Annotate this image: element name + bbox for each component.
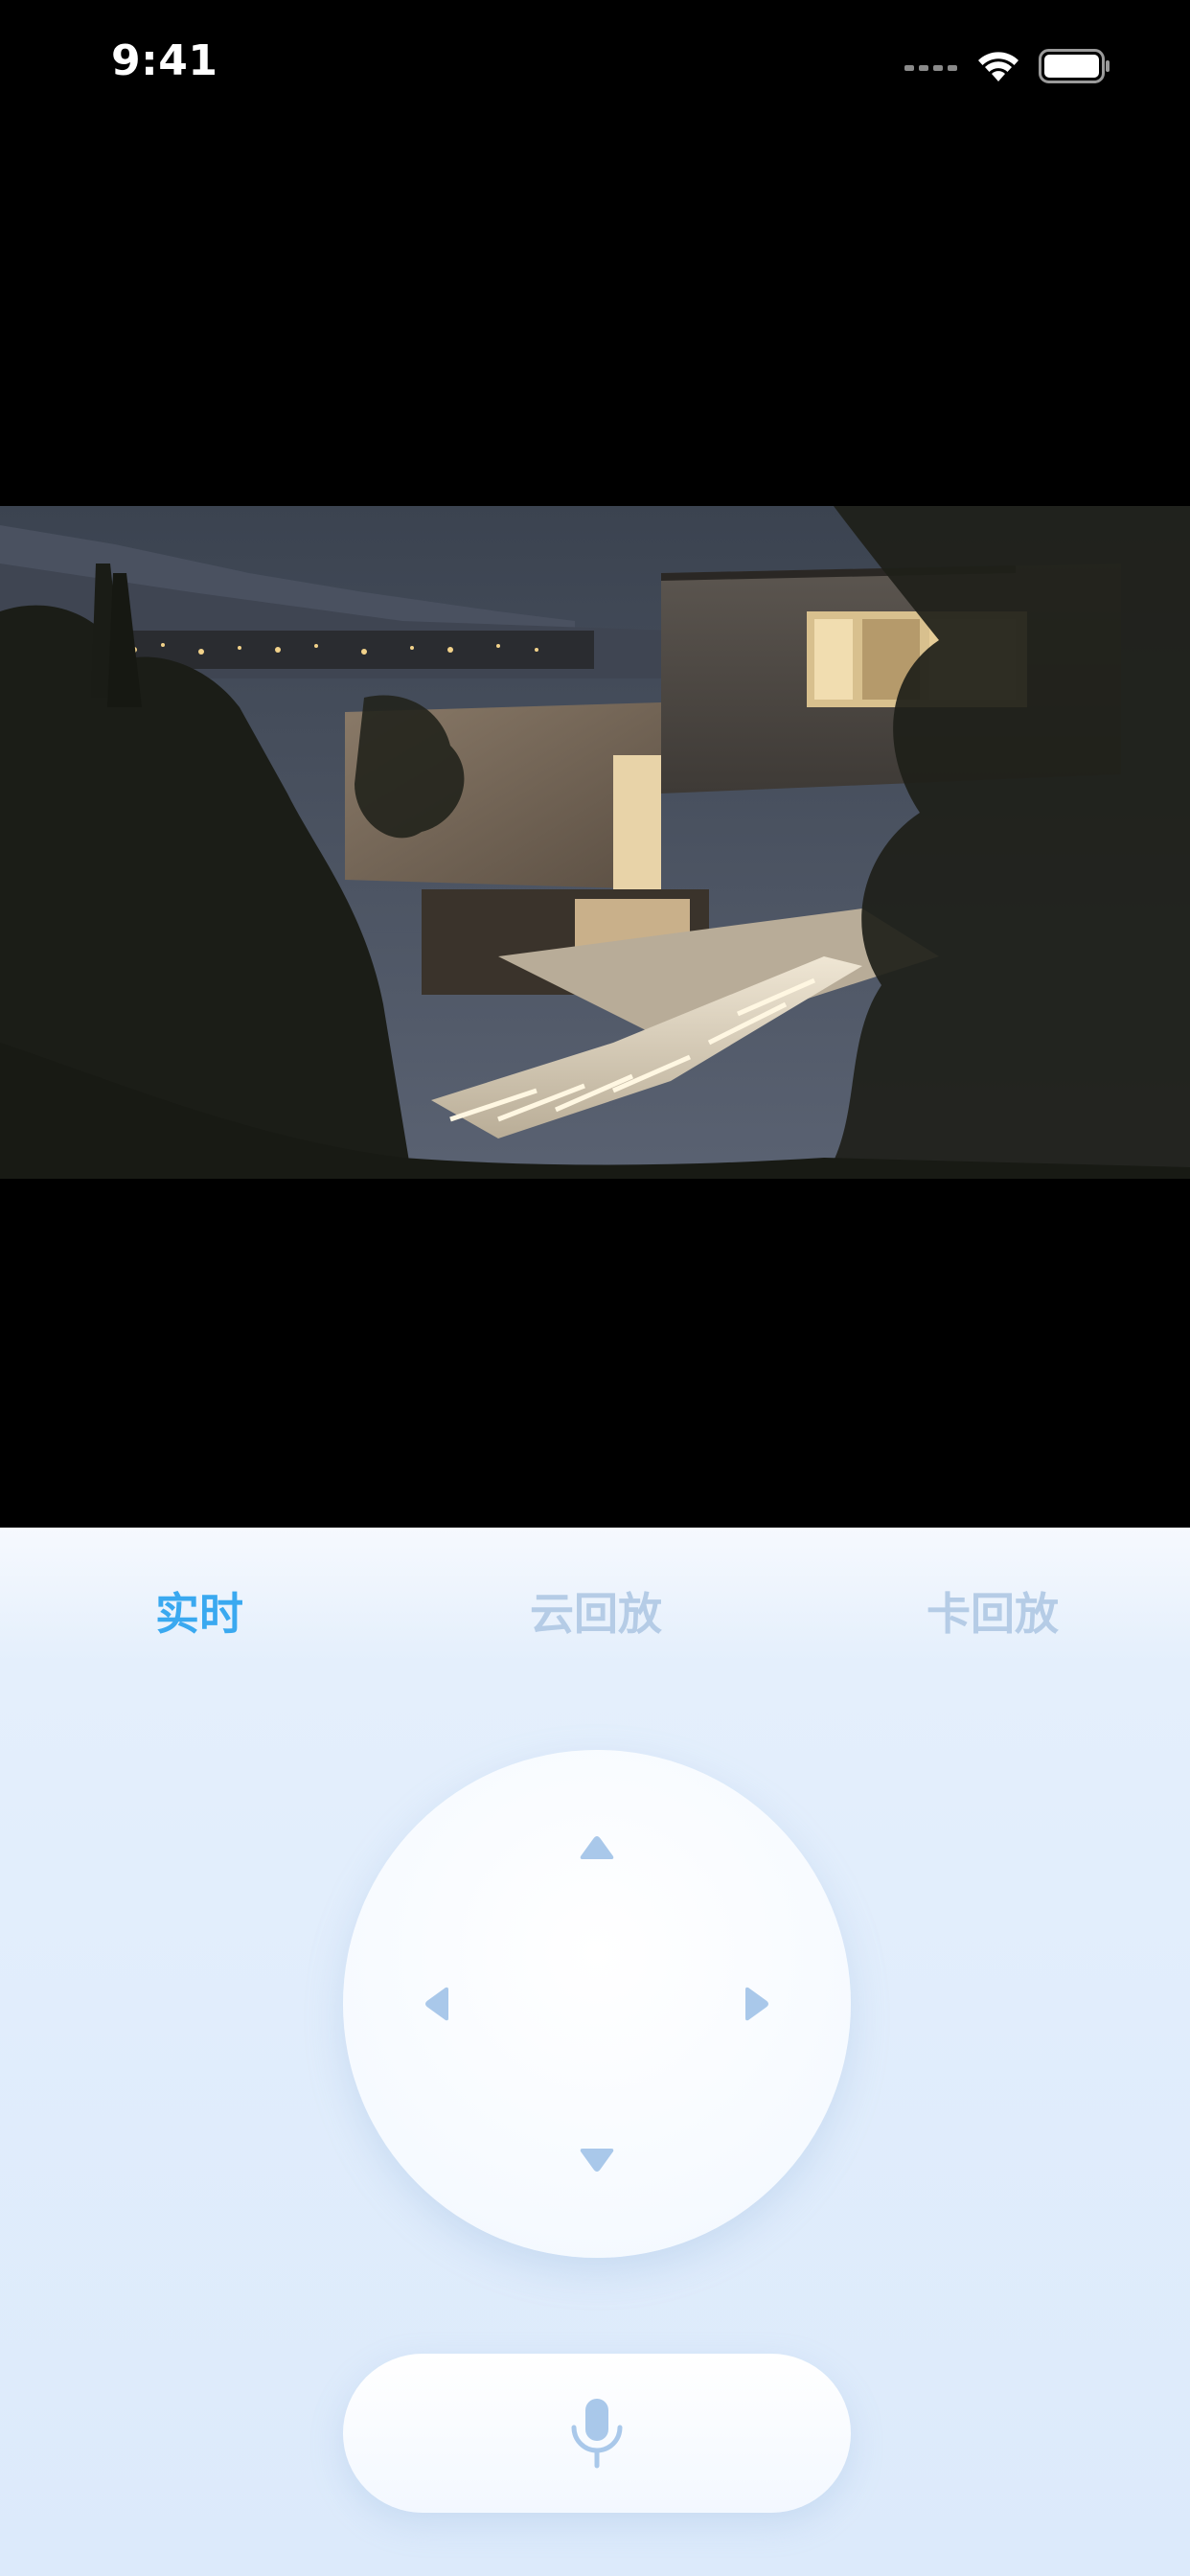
microphone-icon bbox=[571, 2399, 623, 2469]
talk-microphone-button[interactable] bbox=[343, 2354, 851, 2513]
playback-tab-bar: 实时 云回放 卡回放 bbox=[0, 1528, 1190, 1690]
arrow-right-icon bbox=[745, 1987, 768, 2021]
cellular-signal-icon bbox=[904, 59, 958, 78]
video-player[interactable] bbox=[0, 126, 1190, 1528]
ptz-left-button[interactable] bbox=[408, 1975, 466, 2033]
arrow-up-icon bbox=[580, 1836, 614, 1859]
ptz-down-button[interactable] bbox=[568, 2131, 626, 2189]
status-bar: 9:41 bbox=[0, 0, 1190, 126]
tab-cloud-playback[interactable]: 云回放 bbox=[452, 1579, 740, 1643]
ptz-right-button[interactable] bbox=[728, 1975, 786, 2033]
arrow-left-icon bbox=[425, 1987, 448, 2021]
ptz-direction-pad[interactable] bbox=[343, 1750, 851, 2258]
arrow-down-icon bbox=[580, 2149, 614, 2172]
tab-live[interactable]: 实时 bbox=[56, 1579, 343, 1643]
camera-live-image[interactable] bbox=[0, 506, 1190, 1179]
ptz-up-button[interactable] bbox=[568, 1819, 626, 1876]
live-view-screen: 9:41 实时 云回放 卡回放 bbox=[0, 0, 1190, 2576]
wifi-icon bbox=[975, 49, 1021, 87]
status-icons bbox=[904, 46, 1111, 90]
control-panel: 实时 云回放 卡回放 bbox=[0, 1528, 1190, 2576]
battery-icon bbox=[1039, 49, 1111, 87]
tab-card-playback[interactable]: 卡回放 bbox=[849, 1579, 1136, 1643]
status-time: 9:41 bbox=[111, 36, 218, 85]
